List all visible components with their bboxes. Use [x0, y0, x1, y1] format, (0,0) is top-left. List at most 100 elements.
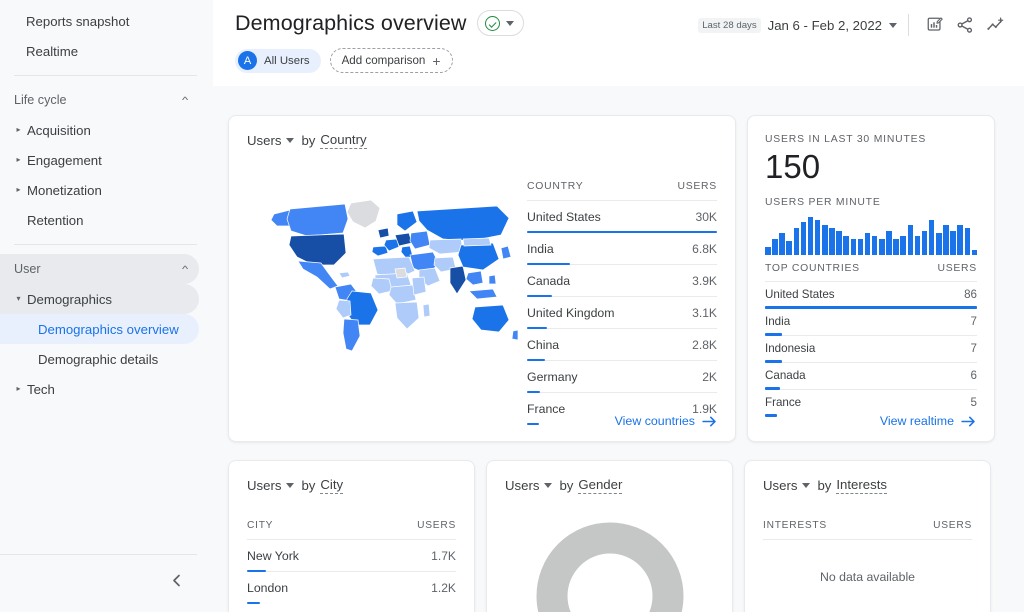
bar [965, 228, 971, 255]
sidebar-item-demographic-details[interactable]: Demographic details [0, 344, 199, 374]
sidebar: Reports snapshot Realtime Life cycle ^ ▸… [0, 0, 213, 612]
report-status-dropdown[interactable] [477, 10, 524, 36]
bar [829, 228, 835, 255]
card-title-by: by [301, 133, 315, 148]
table-row[interactable]: France 5 [765, 390, 977, 416]
sidebar-item-engagement[interactable]: ▸ Engagement [0, 145, 199, 175]
view-realtime-link[interactable]: View realtime [880, 414, 976, 428]
row-label: India [527, 242, 554, 256]
metric-selector[interactable]: Users [247, 478, 281, 493]
sidebar-item-tech[interactable]: ▸ Tech [0, 374, 199, 404]
dimension-selector[interactable]: City [320, 477, 343, 494]
card-title: Users by City [247, 477, 456, 494]
sidebar-item-label: Demographic details [38, 352, 158, 367]
sidebar-item-reports-snapshot[interactable]: Reports snapshot [0, 6, 199, 36]
sidebar-item-label: Reports snapshot [26, 14, 129, 29]
sidebar-item-label: Realtime [26, 44, 78, 59]
sidebar-group-label: User [14, 262, 183, 276]
table-row[interactable]: London 1.2K [247, 572, 456, 603]
top-right-actions: Last 28 days Jan 6 - Feb 2, 2022 [698, 10, 1010, 40]
top-bar: Demographics overview A All Users Add co… [213, 0, 1024, 86]
dimension-selector[interactable]: Interests [836, 477, 887, 494]
country-card-body: COUNTRY USERS United States 30K India 6.… [247, 159, 717, 424]
column-header-city: CITY [247, 520, 273, 531]
row-value: 2K [702, 370, 717, 384]
chevron-down-icon[interactable] [544, 483, 552, 488]
main-area: Demographics overview A All Users Add co… [213, 0, 1024, 612]
sidebar-item-acquisition[interactable]: ▸ Acquisition [0, 115, 199, 145]
caret-right-icon: ▸ [12, 126, 25, 134]
sidebar-item-realtime[interactable]: Realtime [0, 36, 199, 66]
card-title: Users by Interests [763, 477, 972, 494]
caret-right-icon: ▸ [12, 156, 25, 164]
sidebar-group-user[interactable]: User ^ [0, 254, 199, 284]
avatar: A [238, 51, 257, 70]
column-header-interests: INTERESTS [763, 520, 827, 531]
table-row[interactable]: United States 30K [527, 201, 717, 233]
gender-donut-chart[interactable] [505, 520, 714, 612]
dimension-selector[interactable]: Gender [578, 477, 622, 494]
city-table: CITY USERS New York 1.7K London 1.2K [247, 520, 456, 603]
bar [936, 233, 942, 255]
share-icon[interactable] [950, 10, 980, 40]
sidebar-group-life-cycle[interactable]: Life cycle ^ [0, 85, 199, 115]
view-countries-link[interactable]: View countries [615, 414, 717, 428]
edit-comparison-icon[interactable] [920, 10, 950, 40]
row-value: 7 [971, 315, 977, 328]
bar [851, 239, 857, 255]
metric-selector[interactable]: Users [505, 478, 539, 493]
table-header: INTERESTS USERS [763, 520, 972, 540]
bar [815, 220, 821, 255]
table-row[interactable]: United States 86 [765, 282, 977, 309]
bar [836, 231, 842, 255]
table-row[interactable]: Germany 2K [527, 361, 717, 393]
row-label: France [527, 402, 565, 416]
table-header: CITY USERS [247, 520, 456, 540]
sidebar-item-demographics-overview[interactable]: Demographics overview [0, 314, 199, 344]
table-row[interactable]: Indonesia 7 [765, 336, 977, 363]
metric-selector[interactable]: Users [247, 133, 281, 148]
sidebar-item-label: Engagement [25, 153, 102, 168]
all-users-chip[interactable]: A All Users [235, 49, 321, 73]
sidebar-item-monetization[interactable]: ▸ Monetization [0, 175, 199, 205]
table-row[interactable]: United Kingdom 3.1K [527, 297, 717, 329]
page-title: Demographics overview [235, 11, 467, 36]
add-comparison-button[interactable]: Add comparison + [330, 48, 453, 73]
table-row[interactable]: India 6.8K [527, 233, 717, 265]
card-title: Users by Country [247, 132, 717, 149]
date-range-picker[interactable]: Jan 6 - Feb 2, 2022 [768, 18, 897, 33]
bar [900, 236, 906, 255]
bar [943, 225, 949, 255]
table-row[interactable]: India 7 [765, 309, 977, 336]
world-map-chart[interactable] [247, 159, 519, 359]
sidebar-divider-1 [14, 75, 197, 76]
row-value: 2.8K [692, 338, 717, 352]
bar [879, 239, 885, 255]
sidebar-item-label: Retention [25, 213, 83, 228]
table-row[interactable]: Canada 6 [765, 363, 977, 390]
chevron-down-icon[interactable] [286, 138, 294, 143]
row-label: India [765, 315, 790, 328]
table-row[interactable]: Canada 3.9K [527, 265, 717, 297]
row-bar [527, 423, 539, 426]
bar [801, 222, 807, 255]
users-per-minute-chart [765, 217, 977, 255]
bar [822, 225, 828, 255]
chevron-up-icon: ^ [182, 95, 188, 105]
chevron-left-icon[interactable] [160, 564, 192, 596]
row-label: Indonesia [765, 342, 815, 355]
chevron-down-icon[interactable] [802, 483, 810, 488]
sidebar-item-retention[interactable]: ▸ Retention [0, 205, 199, 235]
chevron-up-icon: ^ [182, 264, 188, 274]
row-label: Canada [765, 369, 806, 382]
arrow-right-icon [702, 416, 717, 427]
insights-icon[interactable] [980, 10, 1010, 40]
chevron-down-icon[interactable] [286, 483, 294, 488]
table-row[interactable]: New York 1.7K [247, 540, 456, 572]
sidebar-item-demographics[interactable]: ▾ Demographics [0, 284, 199, 314]
row-label: United Kingdom [527, 306, 615, 320]
row-label: New York [247, 549, 299, 563]
dimension-selector[interactable]: Country [320, 132, 366, 149]
table-row[interactable]: China 2.8K [527, 329, 717, 361]
metric-selector[interactable]: Users [763, 478, 797, 493]
